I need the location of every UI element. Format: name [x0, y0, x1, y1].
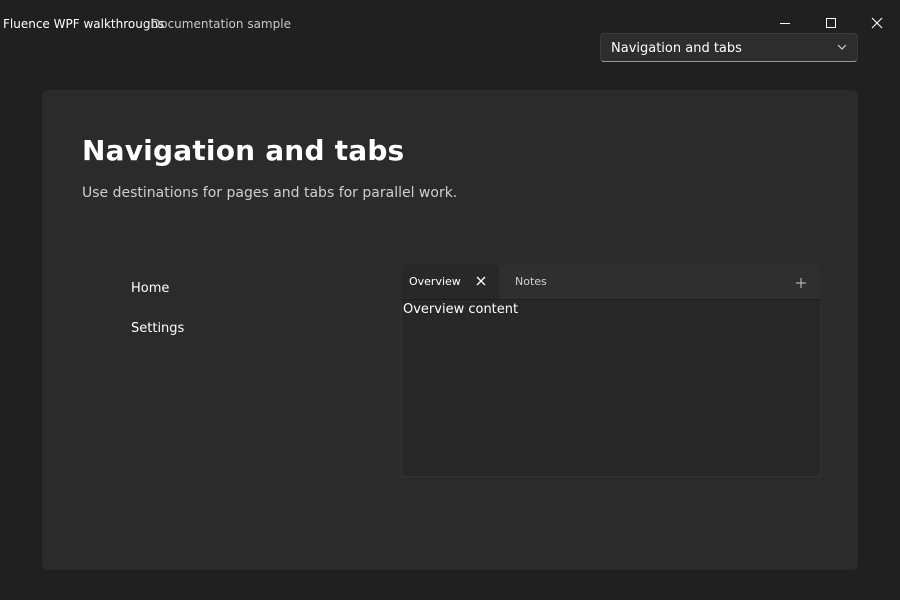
- page-description: Use destinations for pages and tabs for …: [82, 185, 458, 201]
- minimize-icon: [780, 23, 790, 24]
- app-title: Fluence WPF walkthroughs: [3, 17, 165, 31]
- tab-strip: Overview Notes: [402, 265, 820, 299]
- tab-content-text: Overview content: [403, 302, 519, 317]
- close-icon: [871, 17, 883, 29]
- tab-overview-label: Overview: [409, 275, 461, 288]
- plus-icon[interactable]: [795, 277, 807, 289]
- app-subtitle: Documentation sample: [151, 17, 291, 31]
- app-window: Fluence WPF walkthroughs Documentation s…: [0, 0, 900, 600]
- tab-overview[interactable]: Overview: [402, 265, 499, 299]
- nav-item-settings[interactable]: Settings: [131, 321, 184, 336]
- tab-content-panel: Overview content: [401, 299, 821, 477]
- page-title: Navigation and tabs: [82, 134, 405, 167]
- close-icon[interactable]: [475, 275, 487, 287]
- chevron-down-icon: [837, 44, 847, 50]
- maximize-icon: [826, 18, 836, 28]
- page-selector-value: Navigation and tabs: [611, 41, 742, 56]
- tab-notes[interactable]: Notes: [507, 265, 567, 299]
- content-card: Navigation and tabs Use destinations for…: [42, 90, 858, 570]
- nav-item-home[interactable]: Home: [131, 281, 169, 296]
- tab-notes-label: Notes: [515, 275, 547, 288]
- page-selector-combobox[interactable]: Navigation and tabs: [600, 33, 858, 62]
- close-button[interactable]: [854, 0, 900, 46]
